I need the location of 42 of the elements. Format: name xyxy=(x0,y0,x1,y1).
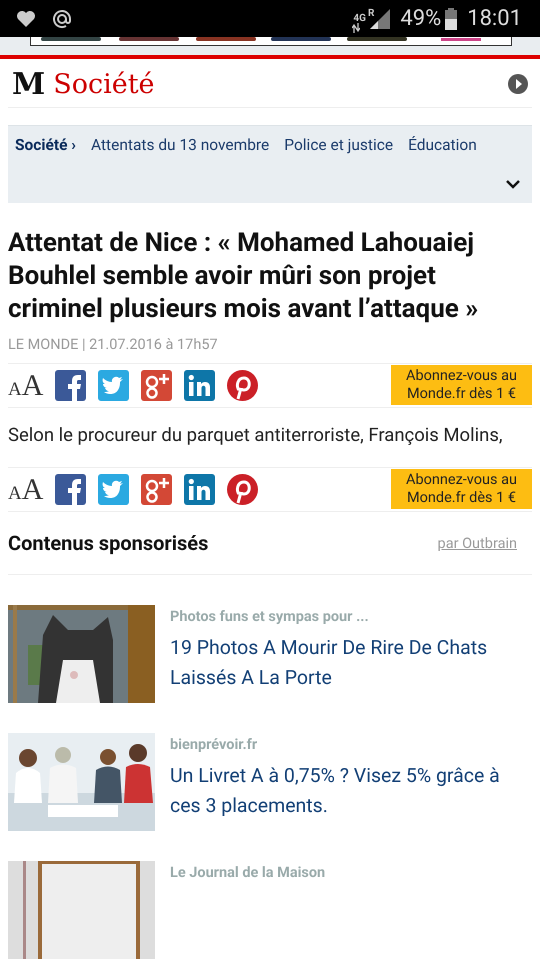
battery-icon xyxy=(445,8,458,30)
chevron-down-icon[interactable] xyxy=(506,180,520,189)
at-icon xyxy=(52,8,72,28)
network-label: 4G xyxy=(353,14,366,24)
heart-icon xyxy=(16,10,36,28)
pinterest-icon[interactable] xyxy=(227,370,258,401)
sponsor-source: Le Journal de la Maison xyxy=(170,864,326,881)
sponsor-source: bienprévoir.fr xyxy=(170,736,258,753)
sponsored-headline[interactable]: Un Livret A à 0,75% ? Visez 5% grâce à ces 3 placements. xyxy=(170,761,532,821)
article-headline: Attentat de Nice : « Mohamed Lahouaiej Bouhlel semble avoir mûri son projet criminel plusieurs mois avant l’attaque » xyxy=(8,227,480,326)
article-paragraph: Selon le procureur du parquet antiterroriste, François Molins, xyxy=(8,423,504,448)
logo[interactable]: M xyxy=(12,66,46,102)
facebook-icon[interactable] xyxy=(55,474,86,505)
subscribe-button[interactable]: Abonnez-vous au Monde.fr dès 1 € xyxy=(391,364,532,404)
google-plus-icon[interactable] xyxy=(141,370,172,401)
nav-tab[interactable]: Société › xyxy=(15,136,76,154)
sponsored-headline[interactable]: 19 Photos A Mourir De Rire De Chats Laissés A La Porte xyxy=(170,633,532,693)
nav-tab[interactable]: Police et justice xyxy=(284,136,394,154)
section-heading: Contenus sponsorisés xyxy=(8,531,210,555)
font-smaller-button[interactable]: A xyxy=(8,482,22,504)
twitter-icon[interactable] xyxy=(98,474,130,505)
pinterest-icon[interactable] xyxy=(227,474,258,505)
twitter-icon[interactable] xyxy=(98,370,130,401)
facebook-icon[interactable] xyxy=(55,370,86,401)
clock: 18:01 xyxy=(467,6,522,31)
section-title: Société xyxy=(53,68,155,100)
byline: LE MONDE | 21.07.2016 à 17h57 xyxy=(8,336,219,353)
font-smaller-button[interactable]: A xyxy=(8,378,22,400)
battery-percent: 49% xyxy=(400,6,442,31)
google-plus-icon[interactable] xyxy=(141,474,172,505)
nav-tab[interactable]: Éducation xyxy=(408,136,477,154)
linkedin-icon[interactable] xyxy=(184,370,216,401)
play-icon[interactable] xyxy=(508,74,528,94)
subscribe-button[interactable]: Abonnez-vous au Monde.fr dès 1 € xyxy=(391,468,532,508)
data-arrows-icon xyxy=(352,22,360,32)
linkedin-icon[interactable] xyxy=(184,474,216,505)
roaming-label: R xyxy=(368,8,374,18)
nav-tab[interactable]: Attentats du 13 novembre xyxy=(91,136,270,154)
font-larger-button[interactable]: A xyxy=(22,368,44,402)
font-larger-button[interactable]: A xyxy=(22,472,44,506)
signal-icon xyxy=(370,8,390,28)
sponsor-source: Photos funs et sympas pour ... xyxy=(170,608,370,625)
